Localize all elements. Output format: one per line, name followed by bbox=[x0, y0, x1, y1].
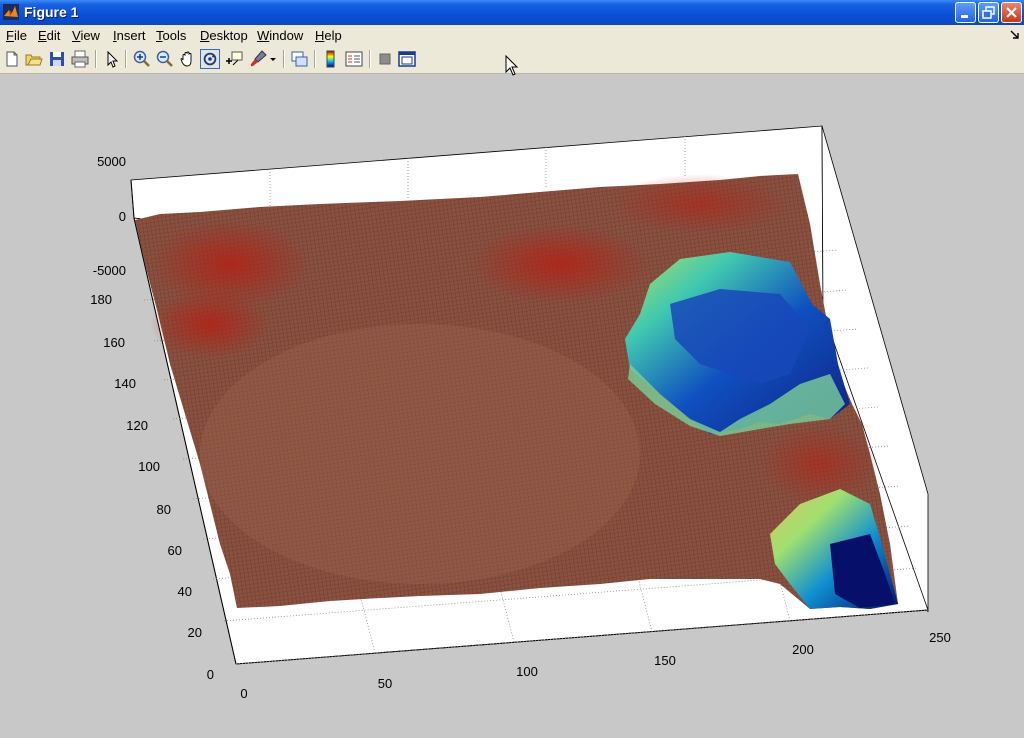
hide-plot-tools-icon[interactable] bbox=[375, 49, 395, 69]
x-tick-label: 100 bbox=[516, 664, 538, 679]
menu-tools[interactable]: Tools bbox=[156, 28, 186, 43]
x-tick-label: 250 bbox=[929, 630, 951, 645]
y-tick-label: 0 bbox=[207, 667, 214, 682]
dock-arrow-icon[interactable] bbox=[1010, 30, 1020, 40]
minimize-button[interactable] bbox=[955, 2, 976, 23]
window-title: Figure 1 bbox=[24, 4, 79, 20]
x-tick-label: 150 bbox=[654, 653, 676, 668]
y-tick-label: 20 bbox=[188, 625, 202, 640]
menu-view[interactable]: View bbox=[72, 28, 100, 43]
toolbar-separator bbox=[314, 50, 316, 68]
menu-edit[interactable]: Edit bbox=[38, 28, 60, 43]
toolbar-separator bbox=[95, 50, 97, 68]
new-figure-icon[interactable] bbox=[2, 49, 22, 69]
y-tick-label: 40 bbox=[178, 584, 192, 599]
y-tick-label: 120 bbox=[126, 418, 148, 433]
y-tick-label: 60 bbox=[168, 543, 182, 558]
rotate-3d-icon bbox=[203, 52, 217, 66]
y-tick-label: 180 bbox=[90, 292, 112, 307]
print-icon[interactable] bbox=[70, 49, 90, 69]
minimize-icon bbox=[961, 15, 968, 18]
link-plot-icon[interactable] bbox=[289, 49, 309, 69]
save-icon[interactable] bbox=[47, 49, 67, 69]
menu-help[interactable]: Help bbox=[315, 28, 342, 43]
zoom-out-icon[interactable] bbox=[155, 49, 175, 69]
terrain-surface bbox=[135, 174, 898, 609]
chevron-down-icon[interactable] bbox=[268, 49, 278, 69]
z-tick-label: 0 bbox=[119, 209, 126, 224]
restore-button[interactable] bbox=[978, 2, 999, 23]
close-icon bbox=[1006, 7, 1017, 18]
y-tick-label: 100 bbox=[138, 459, 160, 474]
toolbar-separator bbox=[125, 50, 127, 68]
menu-file[interactable]: File bbox=[6, 28, 27, 43]
z-tick-label: 5000 bbox=[97, 154, 126, 169]
x-tick-label: 0 bbox=[240, 686, 247, 701]
insert-legend-icon[interactable] bbox=[344, 49, 364, 69]
y-tick-label: 140 bbox=[114, 376, 136, 391]
x-tick-label: 50 bbox=[378, 676, 392, 691]
insert-colorbar-icon[interactable] bbox=[321, 49, 341, 69]
toolbar-separator bbox=[283, 50, 285, 68]
rotate-3d-button[interactable] bbox=[200, 49, 220, 69]
window-titlebar[interactable]: Figure 1 bbox=[0, 0, 1024, 25]
brush-icon[interactable] bbox=[248, 49, 268, 69]
restore-icon bbox=[982, 6, 995, 19]
matlab-icon bbox=[3, 4, 19, 20]
y-tick-label: 80 bbox=[157, 502, 171, 517]
edit-plot-arrow-icon[interactable] bbox=[102, 49, 122, 69]
pan-hand-icon[interactable] bbox=[178, 49, 198, 69]
toolbar-separator bbox=[369, 50, 371, 68]
zoom-in-icon[interactable] bbox=[132, 49, 152, 69]
x-tick-label: 200 bbox=[792, 642, 814, 657]
z-tick-label: -5000 bbox=[93, 263, 126, 278]
data-cursor-icon[interactable] bbox=[224, 49, 244, 69]
menu-window[interactable]: Window bbox=[257, 28, 303, 43]
close-button[interactable] bbox=[1001, 2, 1022, 23]
surface-plot[interactable]: 5000 0 -5000 0 20 40 60 80 100 120 140 1… bbox=[0, 74, 1024, 738]
menu-insert[interactable]: Insert bbox=[113, 28, 146, 43]
open-file-icon[interactable] bbox=[24, 49, 44, 69]
menu-bar: File Edit View Insert Tools Desktop Wind… bbox=[0, 25, 1024, 46]
show-plot-tools-icon[interactable] bbox=[397, 49, 417, 69]
y-tick-label: 160 bbox=[103, 335, 125, 350]
menu-desktop[interactable]: Desktop bbox=[200, 28, 248, 43]
